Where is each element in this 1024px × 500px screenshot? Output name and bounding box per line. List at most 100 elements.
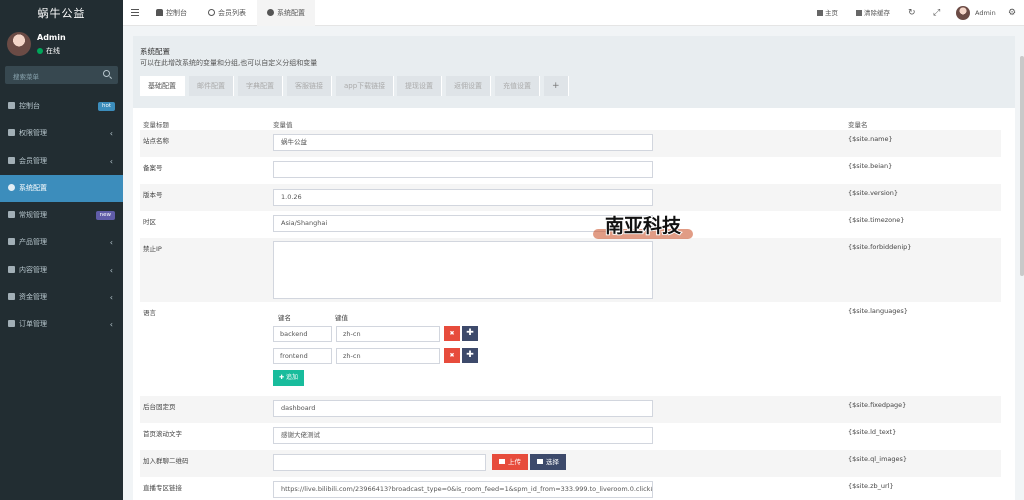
fixed-page-input[interactable]: dashboard	[273, 400, 653, 417]
row-label: 时区	[143, 218, 156, 226]
scrollbar[interactable]	[1020, 56, 1024, 276]
delete-button[interactable]: ✖	[444, 348, 460, 363]
table-row: 时区 Asia/Shanghai {$site.timezone}	[140, 211, 1001, 238]
sidebar-item-label: 资金管理	[19, 293, 47, 302]
choose-button[interactable]: 选择	[530, 454, 566, 470]
row-label: 加入群聊二维码	[143, 457, 189, 465]
sidebar-item-dashboard[interactable]: 控制台 hot	[0, 93, 123, 120]
tab-email[interactable]: 邮件配置	[189, 76, 234, 96]
drag-handle-button[interactable]: ✚	[462, 348, 478, 363]
tab-recharge[interactable]: 充值设置	[495, 76, 540, 96]
sidebar-item-members[interactable]: 会员管理 ‹	[0, 148, 123, 175]
brand-logo[interactable]: 蜗牛公益	[0, 0, 123, 27]
chevron-left-icon: ‹	[109, 238, 113, 248]
sidebar-item-general[interactable]: 常规管理 new	[0, 202, 123, 229]
circle-icon	[208, 9, 215, 16]
list-icon	[8, 265, 15, 273]
row-var: {$site.name}	[848, 135, 893, 143]
scroll-text-input[interactable]: 感谢大佬测试	[273, 427, 653, 444]
watermark-logo: 南亚科技	[593, 213, 693, 239]
page-title: 系统配置	[140, 47, 170, 56]
table-row: 版本号 1.0.26 {$site.version}	[140, 184, 1001, 211]
home-icon	[817, 10, 823, 16]
row-var: {$site.beian}	[848, 162, 893, 170]
row-label: 直播专区链接	[143, 484, 182, 492]
row-var: {$site.version}	[848, 189, 899, 197]
online-dot-icon	[37, 48, 43, 54]
upload-icon	[499, 459, 505, 464]
refresh-icon[interactable]: ↻	[908, 0, 916, 26]
search-icon[interactable]	[103, 70, 110, 77]
row-var: {$site.ld_text}	[848, 428, 897, 436]
search-placeholder: 搜索菜单	[13, 73, 39, 81]
plus-icon: ✚	[279, 374, 286, 381]
tab-basic[interactable]: 基础配置	[140, 76, 185, 96]
chevron-left-icon: ‹	[109, 265, 113, 275]
tab-label: 控制台	[166, 9, 187, 17]
sidebar-item-content[interactable]: 内容管理 ‹	[0, 257, 123, 284]
tab-rebate[interactable]: 返佣设置	[446, 76, 491, 96]
language-value-input[interactable]: zh-cn	[336, 348, 440, 364]
row-label: 后台固定页	[143, 403, 176, 411]
sidebar-item-permissions[interactable]: 权限管理 ‹	[0, 120, 123, 147]
clear-cache-label: 清除缓存	[864, 9, 890, 17]
upload-label: 上传	[508, 458, 521, 466]
row-var: {$site.ql_images}	[848, 455, 908, 463]
table-row: 首页滚动文字 感谢大佬测试 {$site.ld_text}	[140, 423, 1001, 450]
row-label: 首页滚动文字	[143, 430, 182, 438]
hot-badge: hot	[97, 102, 115, 111]
user-status-text: 在线	[46, 47, 60, 55]
forbidden-ip-textarea[interactable]	[273, 241, 653, 299]
list-icon	[537, 459, 543, 464]
beian-input[interactable]	[273, 161, 653, 178]
chevron-left-icon: ‹	[109, 293, 113, 303]
qr-image-input[interactable]	[273, 454, 486, 471]
sidebar: 蜗牛公益 Admin 在线 搜索菜单 控制台 hot 权限管理 ‹ 会员管理 ‹ 系统…	[0, 0, 123, 500]
delete-button[interactable]: ✖	[444, 326, 460, 341]
sidebar-item-label: 系统配置	[19, 183, 47, 192]
append-button[interactable]: ✚ 追加	[273, 370, 304, 386]
tab-dictionary[interactable]: 字典配置	[238, 76, 283, 96]
sidebar-item-label: 常规管理	[19, 211, 47, 220]
key-header: 键名	[278, 314, 291, 322]
row-var: {$site.zb_url}	[848, 482, 894, 490]
clear-cache-button[interactable]: 清除缓存	[856, 0, 890, 26]
tab-system-config[interactable]: 系统配置	[257, 0, 315, 26]
tab-service-link[interactable]: 客服链接	[287, 76, 332, 96]
site-name-input[interactable]: 蜗牛公益	[273, 134, 653, 151]
add-tab-button[interactable]: +	[544, 76, 569, 96]
language-key-input[interactable]: backend	[273, 326, 332, 342]
sidebar-search-input[interactable]: 搜索菜单	[5, 66, 118, 84]
table-row: 直播专区链接 https://live.bilibili.com/2396641…	[140, 477, 1001, 500]
cogs-icon[interactable]: ⚙	[1008, 0, 1016, 26]
upload-button[interactable]: 上传	[492, 454, 528, 470]
group-icon	[8, 129, 15, 137]
sidebar-item-orders[interactable]: 订单管理 ‹	[0, 311, 123, 338]
admin-user-menu[interactable]: Admin	[975, 0, 996, 26]
live-url-input[interactable]: https://live.bilibili.com/23966413?broad…	[273, 481, 653, 498]
tab-member-list[interactable]: 会员列表	[200, 0, 254, 26]
chevron-left-icon: ‹	[109, 156, 113, 166]
version-input[interactable]: 1.0.26	[273, 189, 653, 206]
sidebar-item-system-config[interactable]: 系统配置	[0, 174, 123, 203]
fullscreen-icon[interactable]: ⤢	[933, 0, 940, 26]
sidebar-menu: 控制台 hot 权限管理 ‹ 会员管理 ‹ 系统配置 常规管理 new 产品管理 ‹ 内容…	[0, 93, 123, 339]
user-icon	[8, 156, 15, 164]
sidebar-item-finance[interactable]: 资金管理 ‹	[0, 284, 123, 311]
language-key-input[interactable]: frontend	[273, 348, 332, 364]
sidebar-item-products[interactable]: 产品管理 ‹	[0, 229, 123, 256]
row-var: {$site.timezone}	[848, 216, 905, 224]
table-row: 站点名称 蜗牛公益 {$site.name}	[140, 130, 1001, 157]
drag-handle-button[interactable]: ✚	[462, 326, 478, 341]
row-var: {$site.forbiddenip}	[848, 243, 912, 251]
language-value-input[interactable]: zh-cn	[336, 326, 440, 342]
menu-toggle-icon[interactable]	[131, 9, 139, 16]
avatar[interactable]	[956, 6, 970, 20]
sidebar-item-label: 内容管理	[19, 265, 47, 274]
tab-withdraw[interactable]: 提现设置	[397, 76, 442, 96]
tab-dashboard[interactable]: 控制台	[148, 0, 195, 26]
tab-app-download[interactable]: app下载链接	[336, 76, 395, 96]
row-var: {$site.languages}	[848, 307, 908, 315]
home-link[interactable]: 主页	[817, 0, 838, 26]
panel-header: 系统配置 可以在此增改系统的变量和分组,也可以自定义分组和变量 基础配置 邮件配…	[133, 36, 1015, 108]
